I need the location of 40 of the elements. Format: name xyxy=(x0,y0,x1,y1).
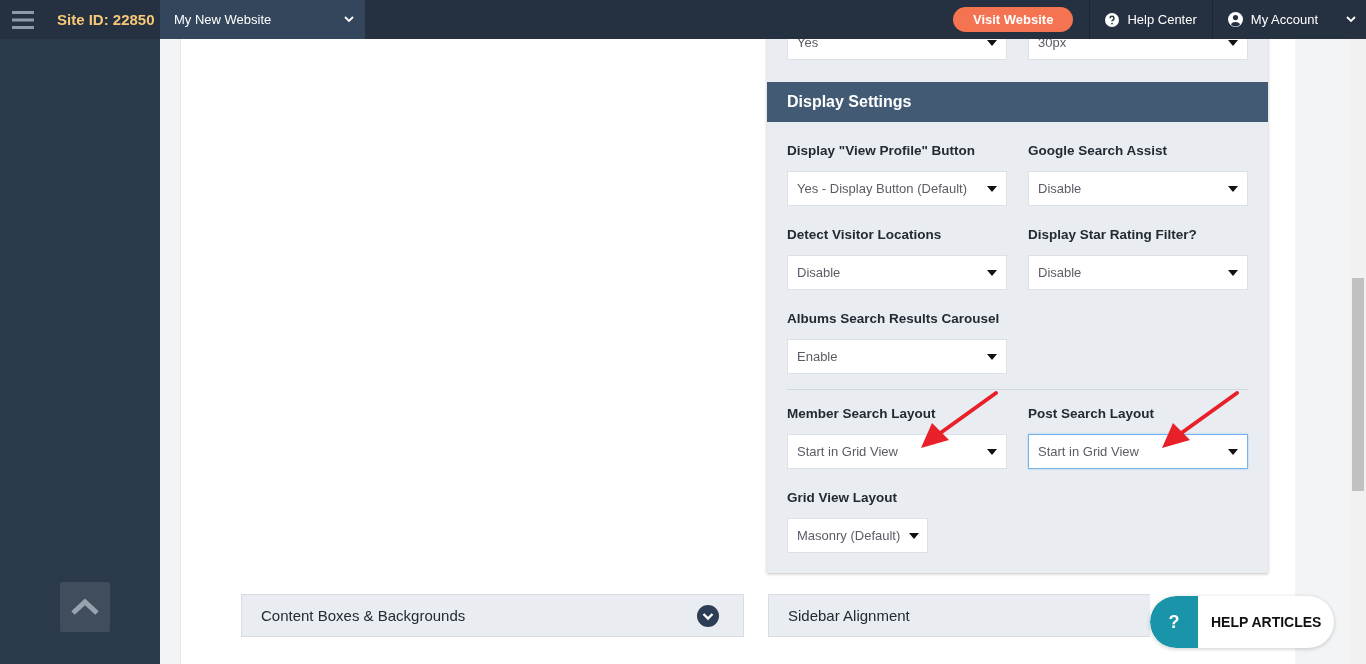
section-header: Display Settings xyxy=(767,82,1268,122)
caret-icon xyxy=(987,269,997,276)
site-id: Site ID: 22850 xyxy=(57,11,156,28)
caret-icon xyxy=(909,532,919,539)
scrollbar-thumb[interactable] xyxy=(1352,278,1364,491)
caret-icon xyxy=(1228,448,1238,455)
website-select[interactable]: My New Website xyxy=(160,0,365,39)
accordion-header[interactable]: Content Boxes & Backgrounds xyxy=(241,594,744,637)
select-field[interactable]: Masonry (Default) xyxy=(787,518,928,553)
caret-icon xyxy=(1228,269,1238,276)
select-field[interactable]: Start in Grid View xyxy=(1028,434,1248,469)
help-articles-button[interactable]: ? HELP ARTICLES xyxy=(1150,596,1334,648)
menu-icon xyxy=(12,10,34,29)
chevron-down-icon xyxy=(1346,16,1356,23)
select-field[interactable]: Disable xyxy=(787,255,1007,290)
select-field[interactable]: Start in Grid View xyxy=(787,434,1007,469)
field-label: Member Search Layout xyxy=(787,405,937,423)
scroll-up-button[interactable] xyxy=(60,582,110,632)
field-label: Post Search Layout xyxy=(1028,405,1156,423)
select-field[interactable]: Disable xyxy=(1028,255,1248,290)
select-field[interactable]: Enable xyxy=(787,339,1007,374)
field-label: Grid View Layout xyxy=(787,489,899,507)
field-label: Display "View Profile" Button xyxy=(787,142,977,160)
caret-icon xyxy=(987,448,997,455)
user-icon xyxy=(1227,12,1243,27)
select-field[interactable]: Disable xyxy=(1028,171,1248,206)
field-label: Google Search Assist xyxy=(1028,142,1169,160)
field-label: Display Star Rating Filter? xyxy=(1028,226,1198,244)
chevron-down-icon xyxy=(697,604,719,627)
select-field[interactable]: Yes - Display Button (Default) xyxy=(787,171,1007,206)
chevron-down-icon xyxy=(344,16,354,23)
chevron-up-icon xyxy=(70,598,100,616)
caret-icon xyxy=(987,353,997,360)
accordion-header[interactable]: Sidebar Alignment xyxy=(768,594,1150,637)
field-label: Albums Search Results Carousel xyxy=(787,310,1001,328)
caret-icon xyxy=(1228,185,1238,192)
field-label: Detect Visitor Locations xyxy=(787,226,943,244)
question-icon xyxy=(1105,12,1120,27)
scrollbar[interactable] xyxy=(1350,39,1366,664)
caret-icon xyxy=(987,185,997,192)
